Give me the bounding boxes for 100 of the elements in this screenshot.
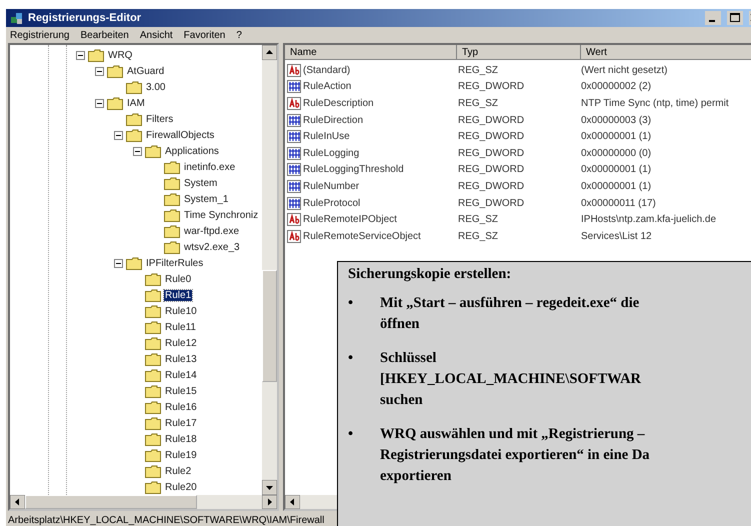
expander-icon[interactable] bbox=[114, 258, 123, 268]
binary-value-icon bbox=[287, 114, 301, 127]
menu-item[interactable]: Bearbeiten bbox=[80, 30, 129, 40]
value-name[interactable]: RuleLogging bbox=[303, 148, 360, 159]
expander-icon[interactable] bbox=[114, 130, 123, 140]
menu-item[interactable]: Favoriten bbox=[184, 30, 226, 40]
table-cell-text: 0x00000001 (1) bbox=[580, 164, 652, 176]
table-cell-text: Services\List 12 bbox=[580, 230, 653, 242]
scrollbar[interactable] bbox=[262, 45, 277, 495]
tree-item[interactable]: FirewallObjects bbox=[145, 130, 216, 140]
tree-item[interactable]: Rule15 bbox=[164, 386, 198, 396]
folder-icon bbox=[145, 400, 161, 414]
tree-item[interactable]: Time Synchroniz bbox=[183, 210, 260, 220]
tree-item[interactable]: Rule10 bbox=[164, 306, 198, 316]
column-header[interactable]: Wert bbox=[581, 45, 751, 60]
tree-item[interactable]: inetinfo.exe bbox=[183, 162, 236, 172]
value-name[interactable]: RuleRemoteServiceObject bbox=[303, 230, 421, 242]
folder-icon bbox=[145, 336, 161, 350]
tree-item[interactable]: System bbox=[183, 178, 218, 188]
tree-item[interactable]: Rule17 bbox=[164, 418, 198, 428]
tree-item[interactable]: war-ftpd.exe bbox=[183, 226, 240, 236]
tree-item[interactable]: Rule16 bbox=[164, 402, 198, 412]
tree-item[interactable]: Applications bbox=[164, 146, 220, 156]
table-cell-text: 0x00000003 (3) bbox=[580, 114, 652, 126]
table-cell-text: REG_DWORD bbox=[457, 81, 526, 92]
folder-icon bbox=[145, 448, 161, 462]
scrollbar[interactable] bbox=[285, 495, 337, 509]
table-cell-text: REG_SZ bbox=[457, 98, 500, 109]
menu-item[interactable]: ? bbox=[236, 30, 242, 40]
value-name[interactable]: RuleProtocol bbox=[303, 198, 360, 209]
tree-item[interactable]: AtGuard bbox=[126, 66, 166, 76]
left-arrow-icon[interactable] bbox=[10, 495, 25, 509]
tree-item[interactable]: wtsv2.exe_3 bbox=[183, 242, 241, 252]
menu-item[interactable]: Ansicht bbox=[140, 30, 173, 40]
folder-icon bbox=[164, 224, 180, 238]
value-name[interactable]: RuleLoggingThreshold bbox=[303, 164, 404, 176]
string-value-icon bbox=[287, 64, 301, 77]
string-value-icon bbox=[287, 213, 301, 226]
binary-value-icon bbox=[287, 146, 301, 160]
right-arrow-icon[interactable] bbox=[262, 495, 277, 509]
expander-icon[interactable] bbox=[133, 146, 142, 156]
column-header[interactable]: Typ bbox=[457, 45, 581, 60]
value-name[interactable]: RuleNumber bbox=[303, 180, 360, 192]
scroll-thumb[interactable] bbox=[262, 270, 277, 382]
menu-item[interactable]: Registrierung bbox=[10, 30, 70, 40]
string-value-icon bbox=[287, 96, 301, 110]
tree-item[interactable]: IAM bbox=[126, 98, 146, 108]
folder-icon bbox=[145, 144, 161, 158]
tree-item[interactable]: Rule20 bbox=[164, 482, 198, 492]
tree-item[interactable]: Rule2 bbox=[164, 466, 192, 476]
tree-item[interactable]: Rule14 bbox=[164, 370, 198, 380]
down-arrow-icon[interactable] bbox=[262, 480, 277, 495]
expander-icon[interactable] bbox=[95, 98, 104, 108]
table-cell-text: REG_DWORD bbox=[457, 114, 526, 126]
bullet-mark: • bbox=[348, 425, 354, 444]
scrollbar[interactable] bbox=[10, 495, 277, 509]
tree-item[interactable]: 3.00 bbox=[145, 82, 166, 92]
expander-icon[interactable] bbox=[76, 50, 85, 60]
value-name[interactable]: RuleInUse bbox=[303, 131, 350, 142]
table-cell-text: IPHosts\ntp.zam.kfa-juelich.de bbox=[580, 214, 718, 226]
folder-icon bbox=[145, 464, 161, 478]
tree-item[interactable]: System_1 bbox=[183, 194, 230, 204]
value-name[interactable]: RuleAction bbox=[303, 81, 352, 92]
tree-item[interactable]: IPFilterRules bbox=[145, 258, 204, 268]
value-name[interactable]: (Standard) bbox=[303, 64, 350, 76]
binary-value-icon bbox=[287, 196, 301, 210]
folder-icon bbox=[164, 160, 180, 174]
tree-item[interactable]: WRQ bbox=[107, 50, 134, 60]
table-cell-text: REG_SZ bbox=[457, 230, 500, 242]
table-cell-text: REG_DWORD bbox=[457, 164, 526, 176]
bullet-text: Schlüssel [HKEY_LOCAL_MACHINE\SOFTWAR suchen bbox=[380, 349, 642, 410]
tree-item[interactable]: Rule19 bbox=[164, 450, 198, 460]
left-arrow-icon[interactable] bbox=[285, 495, 300, 509]
tree-item[interactable]: Rule0 bbox=[164, 274, 192, 284]
folder-icon bbox=[107, 64, 123, 78]
value-name[interactable]: RuleDirection bbox=[303, 114, 364, 126]
expander-icon[interactable] bbox=[95, 66, 104, 76]
minimize-icon[interactable] bbox=[705, 11, 721, 25]
up-arrow-icon[interactable] bbox=[262, 45, 277, 60]
value-name[interactable]: RuleDescription bbox=[303, 98, 374, 109]
tree-item[interactable]: Filters bbox=[145, 114, 174, 124]
binary-value-icon bbox=[287, 180, 301, 193]
bullet-mark: • bbox=[348, 349, 354, 368]
folder-icon bbox=[145, 288, 161, 302]
value-name[interactable]: RuleRemoteIPObject bbox=[303, 214, 397, 226]
tree-item[interactable]: Rule12 bbox=[164, 338, 198, 348]
table-cell-text: (Wert nicht gesetzt) bbox=[580, 64, 669, 76]
folder-icon bbox=[145, 272, 161, 286]
folder-icon bbox=[126, 128, 142, 142]
window-title: Registrierungs-Editor bbox=[28, 12, 142, 24]
tree-item[interactable]: Rule18 bbox=[164, 434, 198, 444]
table-cell-text: REG_DWORD bbox=[457, 198, 526, 209]
maximize-icon[interactable] bbox=[727, 11, 743, 25]
tree-item[interactable]: Rule1 bbox=[164, 290, 192, 300]
binary-value-icon bbox=[287, 163, 301, 176]
table-cell-text: 0x00000002 (2) bbox=[580, 81, 652, 92]
tree-item[interactable]: Rule11 bbox=[164, 322, 197, 332]
tree-item[interactable]: Rule13 bbox=[164, 354, 198, 364]
status-text: Arbeitsplatz\HKEY_LOCAL_MACHINE\SOFTWARE\WRQ\IAM\Firewall bbox=[8, 514, 324, 526]
column-header[interactable]: Name bbox=[285, 45, 457, 60]
